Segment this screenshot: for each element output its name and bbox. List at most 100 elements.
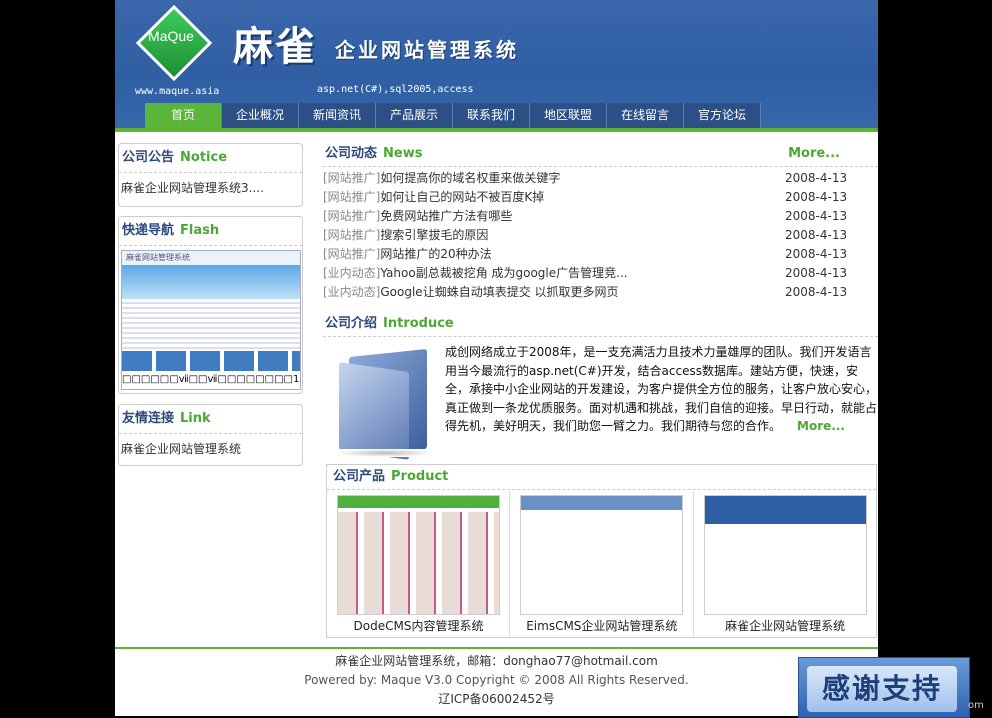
flash-content (122, 299, 300, 351)
links-title: 友情连接 Link (119, 405, 302, 434)
flash-box: 快递导航 Flash 麻雀网站管理系统 □□□□□□ⅶ□□ⅶ□□□□□□□□1.0 (118, 216, 303, 394)
footer-icp[interactable]: 辽ICP备06002452号 (115, 690, 878, 709)
news-title-cn: 公司动态 (325, 146, 378, 161)
header-divider (115, 128, 878, 132)
news-row[interactable]: [网站推广]如何提高你的域名权重来做关键字 2008-4-13 (323, 169, 878, 188)
tech-stack-text: asp.net(C#),sql2005,access (317, 84, 474, 95)
flash-sky (122, 265, 300, 299)
flash-banner-image[interactable]: 麻雀网站管理系统 □□□□□□ⅶ□□ⅶ□□□□□□□□1.0 (121, 250, 301, 390)
news-category: [网站推广] (323, 209, 381, 223)
site-title-sub: 企业网站管理系统 (335, 38, 519, 62)
news-link[interactable]: 免费网站推广方法有哪些 (380, 209, 512, 223)
product-screenshot[interactable] (703, 495, 867, 615)
news-section: 公司动态 News More... [网站推广]如何提高你的域名权重来做关键字 20… (323, 142, 878, 302)
flash-title-en: Flash (180, 223, 220, 238)
products-title-en: Product (391, 469, 449, 484)
thanks-badge[interactable]: 感谢支持 (798, 657, 970, 718)
logo[interactable]: MaQue (135, 4, 213, 82)
news-row[interactable]: [业内动态]Yahoo副总裁被挖角 成为google广告管理竞... 2008-4… (323, 264, 878, 283)
news-category: [网站推广] (323, 171, 381, 185)
news-row[interactable]: [业内动态]Google让蜘蛛自动填表提交 以抓取更多网页 2008-4-13 (323, 283, 878, 302)
nav-home[interactable]: 首页 (145, 103, 222, 128)
product-card[interactable]: 麻雀企业网站管理系统 (694, 491, 876, 637)
links-box: 友情连接 Link 麻雀企业网站管理系统 (118, 404, 303, 466)
news-date: 2008-4-13 (785, 266, 848, 280)
notice-item[interactable]: 麻雀企业网站管理系统3.... (119, 173, 302, 202)
nav-products[interactable]: 产品展示 (376, 103, 453, 128)
nav-regions[interactable]: 地区联盟 (530, 103, 607, 128)
news-title: 公司动态 News More... (323, 142, 878, 167)
news-row[interactable]: [网站推广]免费网站推广方法有哪些 2008-4-13 (323, 207, 878, 226)
news-category: [网站推广] (323, 228, 381, 242)
intro-body: 成创网络成立于2008年，是一支充满活力且技术力量雄厚的团队。我们开发语言用当今… (323, 339, 878, 465)
products-title: 公司产品 Product (327, 465, 876, 490)
products-section: 公司产品 Product DodeCMS内容管理系统 EimsCMS企业网站管理系… (326, 464, 877, 638)
product-screenshot[interactable] (337, 495, 500, 615)
notice-title-en: Notice (180, 150, 228, 165)
nav-about[interactable]: 企业概况 (222, 103, 299, 128)
flash-thumbnails (122, 351, 300, 371)
flash-caption: □□□□□□ⅶ□□ⅶ□□□□□□□□1.0 (122, 371, 300, 389)
intro-more-link[interactable]: More... (797, 419, 845, 433)
flash-title: 快递导航 Flash (119, 217, 302, 246)
news-link[interactable]: 如何让自己的网站不被百度K掉 (380, 190, 544, 204)
news-date: 2008-4-13 (785, 209, 848, 223)
products-title-cn: 公司产品 (333, 469, 386, 484)
footer-divider (115, 647, 878, 649)
intro-section: 公司介绍 Introduce 成创网络成立于2008年，是一支充满活力且技术力量雄… (323, 312, 878, 465)
news-row[interactable]: [网站推广]搜索引擎拔毛的原因 2008-4-13 (323, 226, 878, 245)
site-title-main: 麻雀 (233, 23, 317, 70)
news-more-link[interactable]: More... (788, 142, 840, 166)
intro-title-cn: 公司介绍 (325, 316, 378, 331)
news-date: 2008-4-13 (785, 171, 848, 185)
product-card[interactable]: DodeCMS内容管理系统 (327, 491, 511, 637)
folder-shadow (335, 449, 435, 457)
nav-news[interactable]: 新闻资讯 (299, 103, 376, 128)
folder-front (339, 362, 409, 460)
news-list: [网站推广]如何提高你的域名权重来做关键字 2008-4-13 [网站推广]如何让… (323, 169, 878, 302)
notice-title: 公司公告 Notice (119, 144, 302, 173)
footer: 麻雀企业网站管理系统，邮箱：donghao77@hotmail.com Powe… (115, 652, 878, 709)
edge-text: om (968, 700, 984, 711)
product-name[interactable]: 麻雀企业网站管理系统 (694, 617, 877, 634)
product-screenshot[interactable] (520, 495, 684, 615)
news-link[interactable]: Yahoo副总裁被挖角 成为google广告管理竞... (380, 266, 627, 280)
product-name[interactable]: DodeCMS内容管理系统 (327, 617, 510, 634)
news-link[interactable]: Google让蜘蛛自动填表提交 以抓取更多网页 (380, 285, 618, 299)
news-link[interactable]: 搜索引擎拔毛的原因 (380, 228, 488, 242)
news-link[interactable]: 如何提高你的域名权重来做关键字 (380, 171, 560, 185)
page: MaQue www.maque.asia 麻雀 企业网站管理系统 asp.net… (115, 0, 878, 716)
news-row[interactable]: [网站推广]如何让自己的网站不被百度K掉 2008-4-13 (323, 188, 878, 207)
news-link[interactable]: 网站推广的20种办法 (380, 247, 491, 261)
news-date: 2008-4-13 (785, 247, 848, 261)
news-category: [网站推广] (323, 247, 381, 261)
site-url: www.maque.asia (135, 86, 220, 97)
news-title-en: News (383, 146, 423, 161)
links-title-cn: 友情连接 (122, 411, 175, 426)
intro-text: 成创网络成立于2008年，是一支充满活力且技术力量雄厚的团队。我们开发语言用当今… (445, 343, 878, 436)
product-grid: DodeCMS内容管理系统 EimsCMS企业网站管理系统 麻雀企业网站管理系统 (327, 491, 876, 637)
links-title-en: Link (180, 411, 211, 426)
news-category: [网站推广] (323, 190, 381, 204)
news-row[interactable]: [网站推广]网站推广的20种办法 2008-4-13 (323, 245, 878, 264)
thanks-badge-text: 感谢支持 (807, 666, 957, 712)
news-category: [业内动态] (323, 285, 381, 299)
notice-box: 公司公告 Notice 麻雀企业网站管理系统3.... (118, 143, 303, 207)
intro-title: 公司介绍 Introduce (323, 312, 878, 337)
footer-contact: 麻雀企业网站管理系统，邮箱：donghao77@hotmail.com (335, 654, 658, 668)
news-date: 2008-4-13 (785, 228, 848, 242)
flash-title-cn: 快递导航 (122, 223, 175, 238)
link-item[interactable]: 麻雀企业网站管理系统 (119, 434, 302, 463)
product-name[interactable]: EimsCMS企业网站管理系统 (510, 617, 693, 634)
product-card[interactable]: EimsCMS企业网站管理系统 (510, 491, 694, 637)
news-category: [业内动态] (323, 266, 381, 280)
nav-contact[interactable]: 联系我们 (453, 103, 530, 128)
notice-title-cn: 公司公告 (122, 150, 175, 165)
flash-banner-text: 麻雀网站管理系统 (122, 251, 300, 265)
news-date: 2008-4-13 (785, 285, 848, 299)
folder-icon (335, 348, 435, 460)
nav-forum[interactable]: 官方论坛 (684, 103, 761, 128)
nav-guestbook[interactable]: 在线留言 (607, 103, 684, 128)
header: MaQue www.maque.asia 麻雀 企业网站管理系统 asp.net… (115, 0, 878, 128)
logo-text: MaQue (148, 28, 194, 44)
